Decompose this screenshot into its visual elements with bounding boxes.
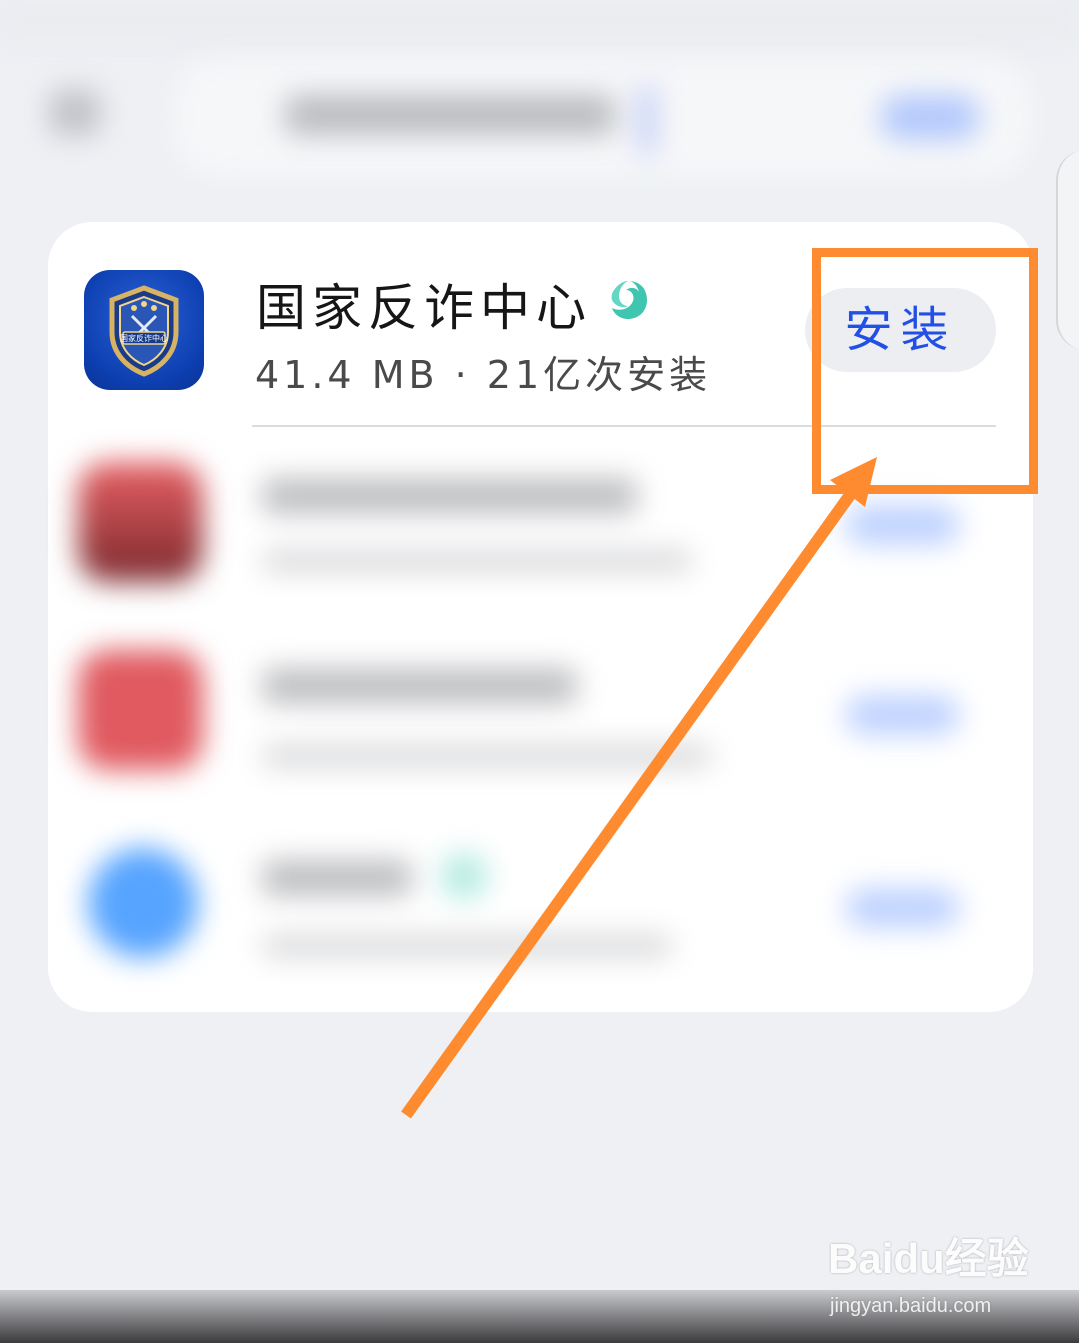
- pointer-arrow: [401, 457, 877, 1119]
- watermark: Baidu经验 jingyan.baidu.com: [828, 1225, 1029, 1325]
- watermark-url: jingyan.baidu.com: [830, 1295, 992, 1317]
- watermark-logo: Baidu经验: [828, 1235, 1029, 1282]
